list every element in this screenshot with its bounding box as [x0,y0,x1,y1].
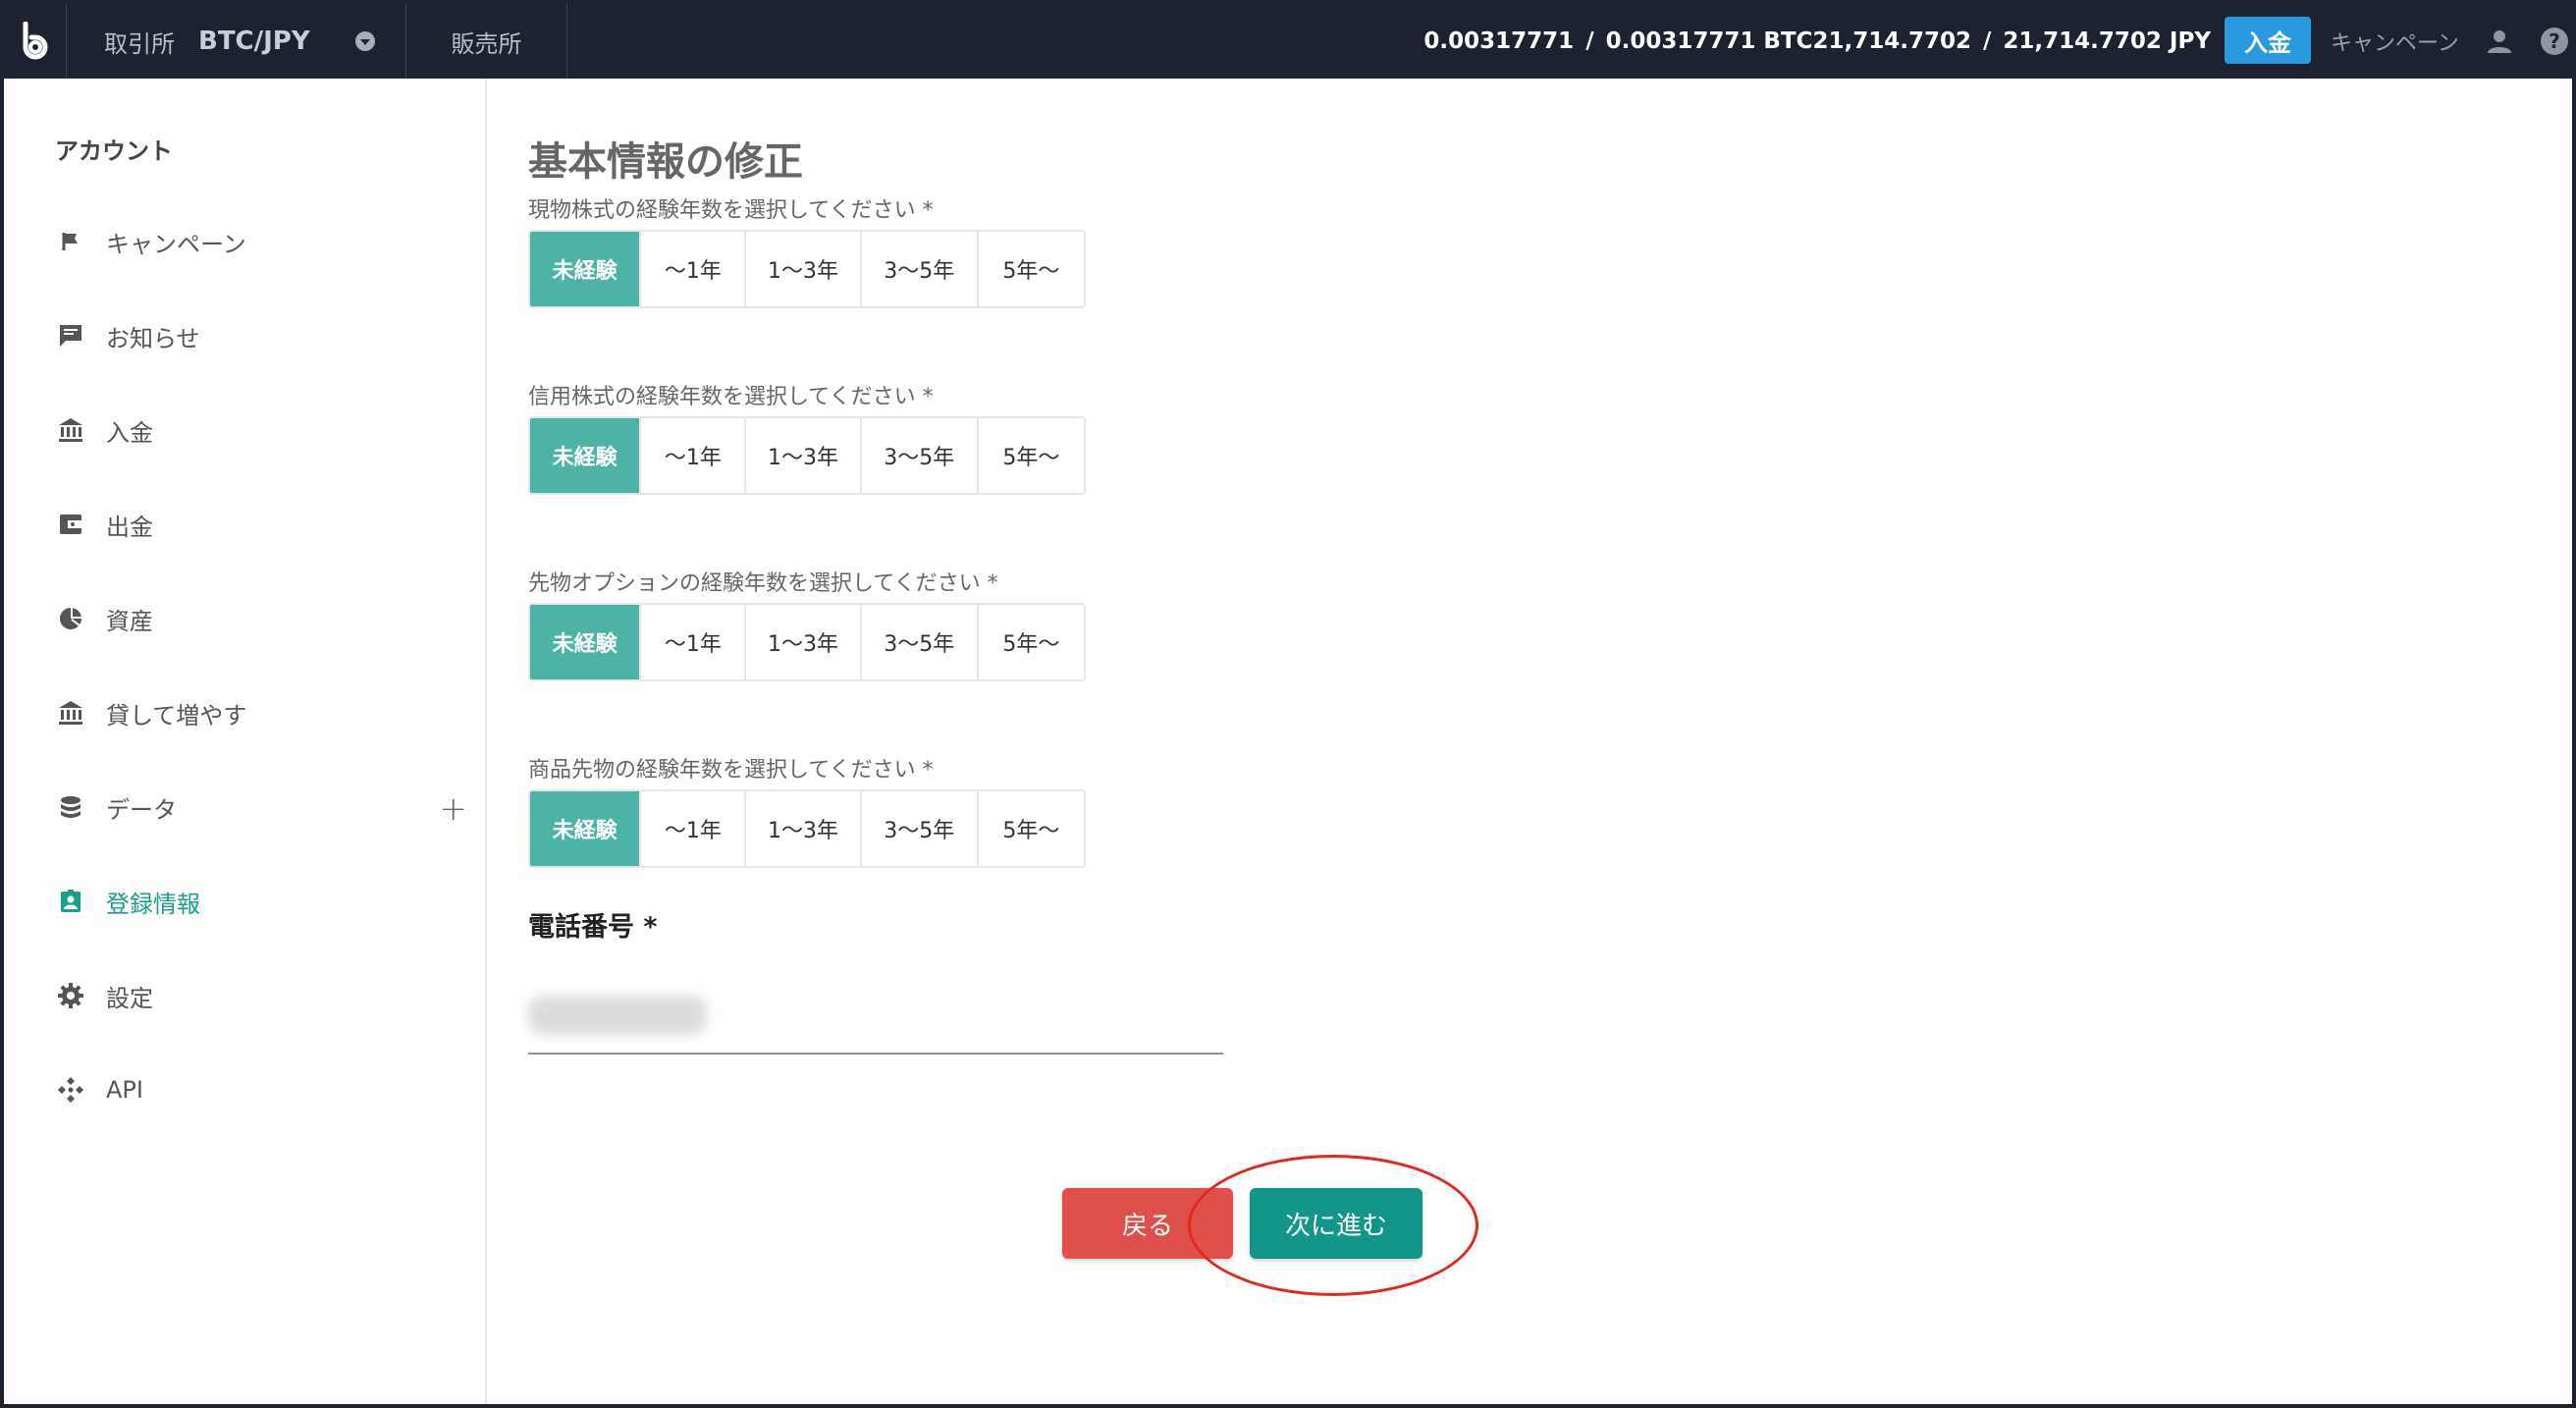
message-icon [55,320,86,352]
campaign-link[interactable]: キャンペーン [2331,4,2459,79]
option-button[interactable]: 1〜3年 [746,791,862,866]
option-button[interactable]: 3〜5年 [862,791,979,866]
sidebar-item-label: キャンペーン [106,230,246,258]
sidebar-item-label: 資産 [106,607,153,635]
bank-icon [55,697,86,729]
sidebar-item-lending[interactable]: 貸して増やす [55,685,467,740]
option-button[interactable]: 3〜5年 [862,232,979,306]
option-button[interactable]: 未経験 [530,605,642,679]
phone-label: 電話番号 * [528,912,658,943]
bank-icon [55,414,86,446]
option-button[interactable]: 5年〜 [979,791,1084,866]
sidebar-item-api[interactable]: API [55,1062,467,1117]
btc-total: 0.00317771 BTC [1605,28,1813,54]
jpy-available: 21,714.7702 [1812,28,1971,54]
sidebar-item-data[interactable]: データ + [55,780,467,835]
option-button[interactable]: 〜1年 [641,232,747,306]
bitbank-logo-icon [23,22,47,60]
option-button[interactable]: 未経験 [530,791,642,866]
exchange-label: 取引所 [104,29,175,58]
option-button[interactable]: 1〜3年 [746,605,862,679]
experience-selector-futures-options: 未経験 〜1年 1〜3年 3〜5年 5年〜 [528,603,1086,681]
sidebar-item-label: 入金 [106,418,153,447]
user-icon[interactable] [2484,26,2515,57]
main-content: 基本情報の修正 現物株式の経験年数を選択してください * 未経験 〜1年 1〜3… [489,79,2572,1404]
option-button[interactable]: 3〜5年 [862,418,979,493]
exchange-pair-selector[interactable]: 取引所 BTC/JPY [67,4,406,79]
app-frame: 取引所 BTC/JPY 販売所 0.00317771 / 0.00317771 … [0,0,2576,1408]
option-button[interactable]: 〜1年 [641,418,747,493]
sidebar: アカウント キャンペーン お知らせ 入金 出金 資産 貸して増やす データ + … [4,79,487,1404]
option-button[interactable]: 5年〜 [979,605,1084,679]
wallet-icon [55,509,86,540]
question-label-commodity-futures: 商品先物の経験年数を選択してください * [528,758,934,783]
page-title: 基本情報の修正 [528,139,803,185]
option-button[interactable]: 5年〜 [979,232,1084,306]
sidebar-item-campaign[interactable]: キャンペーン [55,214,467,269]
deposit-button[interactable]: 入金 [2225,17,2311,64]
shop-link[interactable]: 販売所 [406,4,567,79]
top-bar: 取引所 BTC/JPY 販売所 0.00317771 / 0.00317771 … [4,4,2572,79]
sidebar-item-label: API [106,1076,143,1104]
balance-display: 0.00317771 / 0.00317771 BTC 21,714.7702 … [1423,4,2211,79]
option-button[interactable]: 〜1年 [641,791,747,866]
option-button[interactable]: 未経験 [530,232,642,306]
sidebar-item-registration[interactable]: 登録情報 [55,874,467,929]
gear-icon [55,980,86,1011]
experience-selector-margin-stocks: 未経験 〜1年 1〜3年 3〜5年 5年〜 [528,416,1086,495]
sidebar-item-label: 登録情報 [106,890,200,918]
experience-selector-spot-stocks: 未経験 〜1年 1〜3年 3〜5年 5年〜 [528,230,1086,308]
question-label-margin-stocks: 信用株式の経験年数を選択してください * [528,385,934,409]
sidebar-item-label: 貸して増やす [106,701,247,730]
option-button[interactable]: 5年〜 [979,418,1084,493]
svg-text:?: ? [2549,29,2560,53]
option-button[interactable]: 1〜3年 [746,232,862,306]
option-button[interactable]: 〜1年 [641,605,747,679]
id-card-icon [55,886,86,917]
option-button[interactable]: 1〜3年 [746,418,862,493]
shop-label: 販売所 [451,29,522,58]
logo[interactable] [4,4,67,79]
highlight-circle-annotation [1188,1155,1478,1296]
sidebar-item-label: お知らせ [106,324,200,352]
sidebar-item-deposit[interactable]: 入金 [55,403,467,458]
question-label-futures-options: 先物オプションの経験年数を選択してください * [528,571,998,596]
jpy-total: 21,714.7702 JPY [2003,28,2211,54]
pie-chart-icon [55,603,86,634]
phone-redacted-value [528,996,707,1035]
jpy-separator: / [1983,28,1992,54]
pair-label: BTC/JPY [198,27,310,56]
sidebar-item-assets[interactable]: 資産 [55,591,467,646]
api-icon [55,1074,86,1106]
btc-separator: / [1585,28,1594,54]
chevron-down-icon[interactable] [355,31,375,51]
sidebar-title: アカウント [55,137,173,165]
sidebar-item-withdraw[interactable]: 出金 [55,497,467,552]
question-label-spot-stocks: 現物株式の経験年数を選択してください * [528,198,934,223]
sidebar-item-news[interactable]: お知らせ [55,308,467,363]
flag-icon [55,226,86,257]
sidebar-item-label: 出金 [106,513,153,541]
sidebar-item-settings[interactable]: 設定 [55,968,467,1023]
sidebar-item-label: データ [106,795,177,824]
btc-available: 0.00317771 [1423,28,1575,54]
database-icon [55,791,86,823]
campaign-label: キャンペーン [2331,31,2459,56]
help-icon[interactable]: ? [2539,26,2570,57]
option-button[interactable]: 未経験 [530,418,642,493]
sidebar-item-label: 設定 [106,984,153,1012]
expand-plus-icon[interactable]: + [440,789,468,829]
experience-selector-commodity-futures: 未経験 〜1年 1〜3年 3〜5年 5年〜 [528,789,1086,868]
option-button[interactable]: 3〜5年 [862,605,979,679]
